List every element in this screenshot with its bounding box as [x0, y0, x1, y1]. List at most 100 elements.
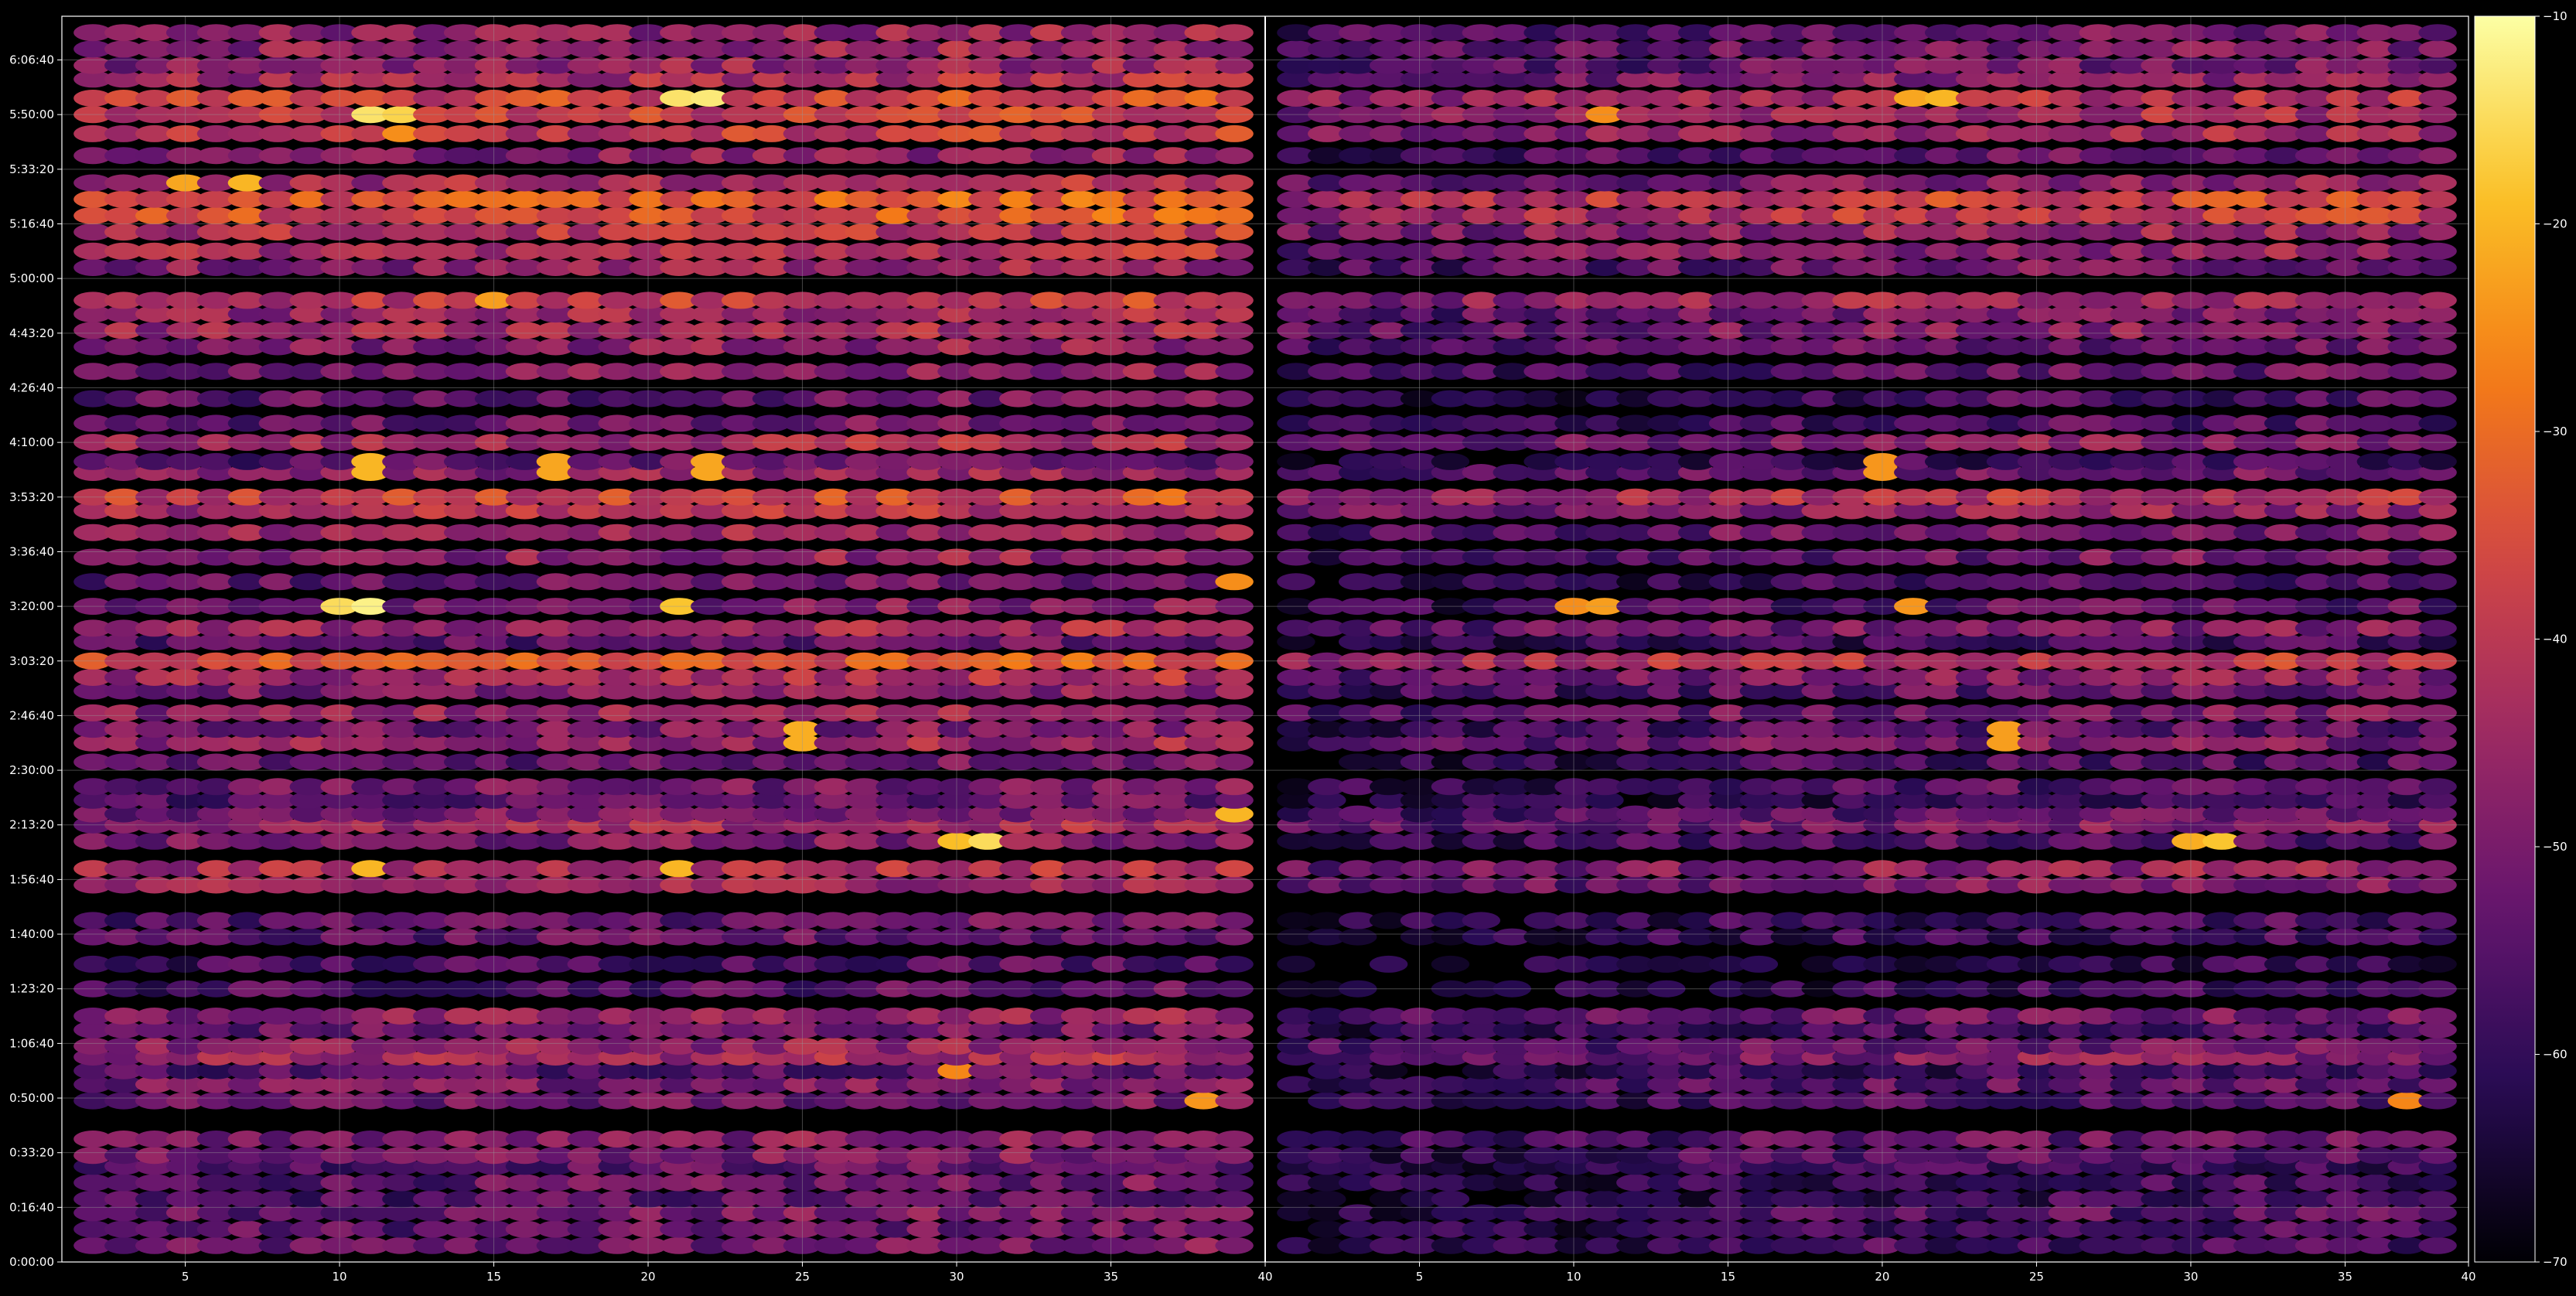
- heat-cell: [1215, 363, 1253, 380]
- heat-cell: [2418, 877, 2456, 894]
- heat-cell: [2418, 1147, 2456, 1164]
- heat-cell: [1215, 754, 1253, 771]
- heat-cell: [1277, 453, 1315, 470]
- y-tick-label: 0:33:20: [9, 1146, 54, 1160]
- heat-cell: [2418, 912, 2456, 929]
- heat-cell: [2418, 704, 2456, 721]
- heat-cell: [2418, 90, 2456, 107]
- spectrogram-figure: 5101520253035405101520253035400:00:000:1…: [0, 0, 2576, 1293]
- heat-cell: [1215, 1038, 1253, 1055]
- heat-cell: [1215, 833, 1253, 850]
- x-tick-label: 20: [1875, 1270, 1889, 1284]
- heat-cell: [2418, 292, 2456, 309]
- heat-cell: [1215, 619, 1253, 636]
- heat-cell: [2418, 391, 2456, 408]
- heat-cell: [2418, 833, 2456, 850]
- x-tick-label: 40: [1257, 1270, 1272, 1284]
- heat-cell: [1277, 956, 1315, 973]
- heat-cell: [1215, 57, 1253, 74]
- heat-cell: [1431, 1191, 1469, 1208]
- heat-cell: [1215, 1008, 1253, 1025]
- heat-cell: [1215, 292, 1253, 309]
- heat-cell: [2418, 721, 2456, 738]
- heat-cell: [1215, 1237, 1253, 1254]
- heat-cell: [2418, 778, 2456, 795]
- heat-cell: [1215, 1175, 1253, 1192]
- heat-cell: [1215, 175, 1253, 192]
- heat-cell: [1431, 956, 1469, 973]
- heat-cell: [2418, 125, 2456, 142]
- heat-cell: [1370, 956, 1407, 973]
- x-tick-label: 15: [486, 1270, 501, 1284]
- x-tick-label: 35: [2338, 1270, 2353, 1284]
- heat-cell: [1215, 223, 1253, 240]
- heat-cell: [1215, 778, 1253, 795]
- heat-cell: [1215, 1093, 1253, 1110]
- heat-cell: [1215, 147, 1253, 164]
- heat-cell: [2418, 223, 2456, 240]
- heat-cell: [2418, 1008, 2456, 1025]
- y-tick-label: 0:16:40: [9, 1200, 54, 1214]
- heat-cell: [1215, 339, 1253, 356]
- heat-cell: [1277, 573, 1315, 590]
- heat-cell: [2418, 191, 2456, 208]
- heat-cell: [2418, 1221, 2456, 1238]
- heat-cell: [2418, 24, 2456, 41]
- heat-cell: [2418, 956, 2456, 973]
- heat-cell: [1215, 191, 1253, 208]
- x-tick-label: 10: [333, 1270, 347, 1284]
- heat-cell: [1215, 573, 1253, 590]
- x-tick-label: 40: [2461, 1270, 2475, 1284]
- heat-cell: [1215, 391, 1253, 408]
- heat-cell: [2418, 175, 2456, 192]
- heat-cell: [2418, 259, 2456, 276]
- heat-cell: [2418, 549, 2456, 566]
- heat-cell: [1215, 721, 1253, 738]
- x-tick-label: 15: [1721, 1270, 1735, 1284]
- heat-cell: [1215, 322, 1253, 339]
- y-tick-label: 0:50:00: [9, 1091, 54, 1105]
- heat-cell: [2418, 1093, 2456, 1110]
- heat-cell: [2418, 1237, 2456, 1254]
- heat-cell: [2418, 147, 2456, 164]
- heat-cell: [2418, 363, 2456, 380]
- heat-cell: [1215, 414, 1253, 431]
- x-tick-label: 5: [1416, 1270, 1424, 1284]
- heatmap-chart: 5101520253035405101520253035400:00:000:1…: [0, 0, 2576, 1293]
- heat-cell: [2418, 860, 2456, 877]
- heat-cell: [2418, 453, 2456, 470]
- heat-cell: [1215, 1221, 1253, 1238]
- heat-cell: [1215, 956, 1253, 973]
- heat-cell: [1215, 704, 1253, 721]
- x-tick-label: 35: [1104, 1270, 1118, 1284]
- heat-cell: [1215, 207, 1253, 224]
- heat-cell: [2418, 1175, 2456, 1192]
- heat-cell: [2418, 339, 2456, 356]
- heat-cell: [2418, 619, 2456, 636]
- heat-cell: [2418, 1191, 2456, 1208]
- heat-cell: [1215, 912, 1253, 929]
- heat-cell: [1215, 40, 1253, 57]
- heat-cell: [2418, 669, 2456, 686]
- heat-cell: [2418, 40, 2456, 57]
- heat-cell: [2418, 524, 2456, 541]
- y-tick-label: 1:23:20: [9, 982, 54, 996]
- heat-cell: [2418, 573, 2456, 590]
- heat-cell: [1740, 956, 1778, 973]
- heat-cell: [1215, 929, 1253, 946]
- x-tick-label: 10: [1566, 1270, 1581, 1284]
- heat-cell: [2418, 754, 2456, 771]
- x-tick-label: 25: [2029, 1270, 2044, 1284]
- heat-cell: [2418, 1038, 2456, 1055]
- heat-cell: [1215, 1131, 1253, 1148]
- x-tick-label: 30: [949, 1270, 964, 1284]
- heat-cell: [1462, 912, 1500, 929]
- heat-cell: [1215, 90, 1253, 107]
- heat-cell: [2418, 243, 2456, 260]
- heat-cell: [1308, 1191, 1346, 1208]
- x-tick-label: 20: [641, 1270, 656, 1284]
- heat-cell: [2418, 57, 2456, 74]
- heat-cell: [1431, 453, 1469, 470]
- heat-cell: [2418, 1131, 2456, 1148]
- x-tick-label: 5: [182, 1270, 189, 1284]
